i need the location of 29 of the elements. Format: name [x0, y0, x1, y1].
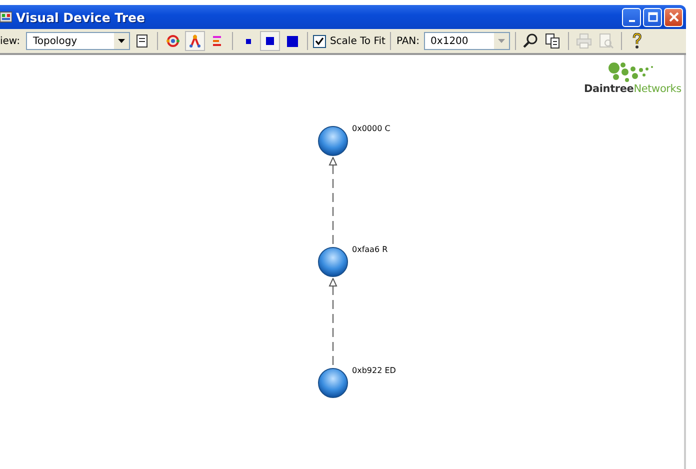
view-label: iew:	[0, 36, 20, 46]
minimize-button[interactable]	[622, 8, 641, 26]
device-node[interactable]	[318, 368, 348, 398]
minimize-icon	[628, 20, 634, 22]
square-icon[interactable]	[284, 34, 299, 48]
document-icon[interactable]	[134, 34, 149, 48]
pan-dropdown[interactable]: 0x1200	[424, 32, 510, 50]
caret-icon	[118, 39, 125, 43]
copy-icon[interactable]	[544, 33, 561, 49]
node-label: 0xb922 ED	[352, 366, 396, 375]
maximize-icon	[648, 12, 658, 22]
logo-text: DaintreeNetworks	[584, 83, 682, 95]
close-button[interactable]	[664, 8, 683, 26]
scale-to-fit-checkbox[interactable]: Scale To Fit	[312, 34, 386, 48]
node-label: 0x0000 C	[352, 124, 390, 133]
device-node[interactable]	[318, 126, 348, 156]
close-icon	[668, 12, 678, 22]
caret-icon	[498, 39, 505, 43]
app-icon	[0, 11, 12, 23]
tree-icon[interactable]	[188, 34, 202, 48]
device-node[interactable]	[318, 247, 348, 277]
view-dropdown[interactable]: Topology	[26, 32, 130, 50]
check-icon	[314, 36, 324, 46]
window-title: Visual Device Tree	[16, 10, 146, 24]
node-label: 0xfaa6 R	[352, 245, 388, 254]
ring-icon[interactable]	[166, 34, 180, 48]
maximize-button[interactable]	[643, 8, 662, 26]
search-icon[interactable]	[522, 33, 539, 49]
pan-label: PAN:	[396, 36, 420, 46]
